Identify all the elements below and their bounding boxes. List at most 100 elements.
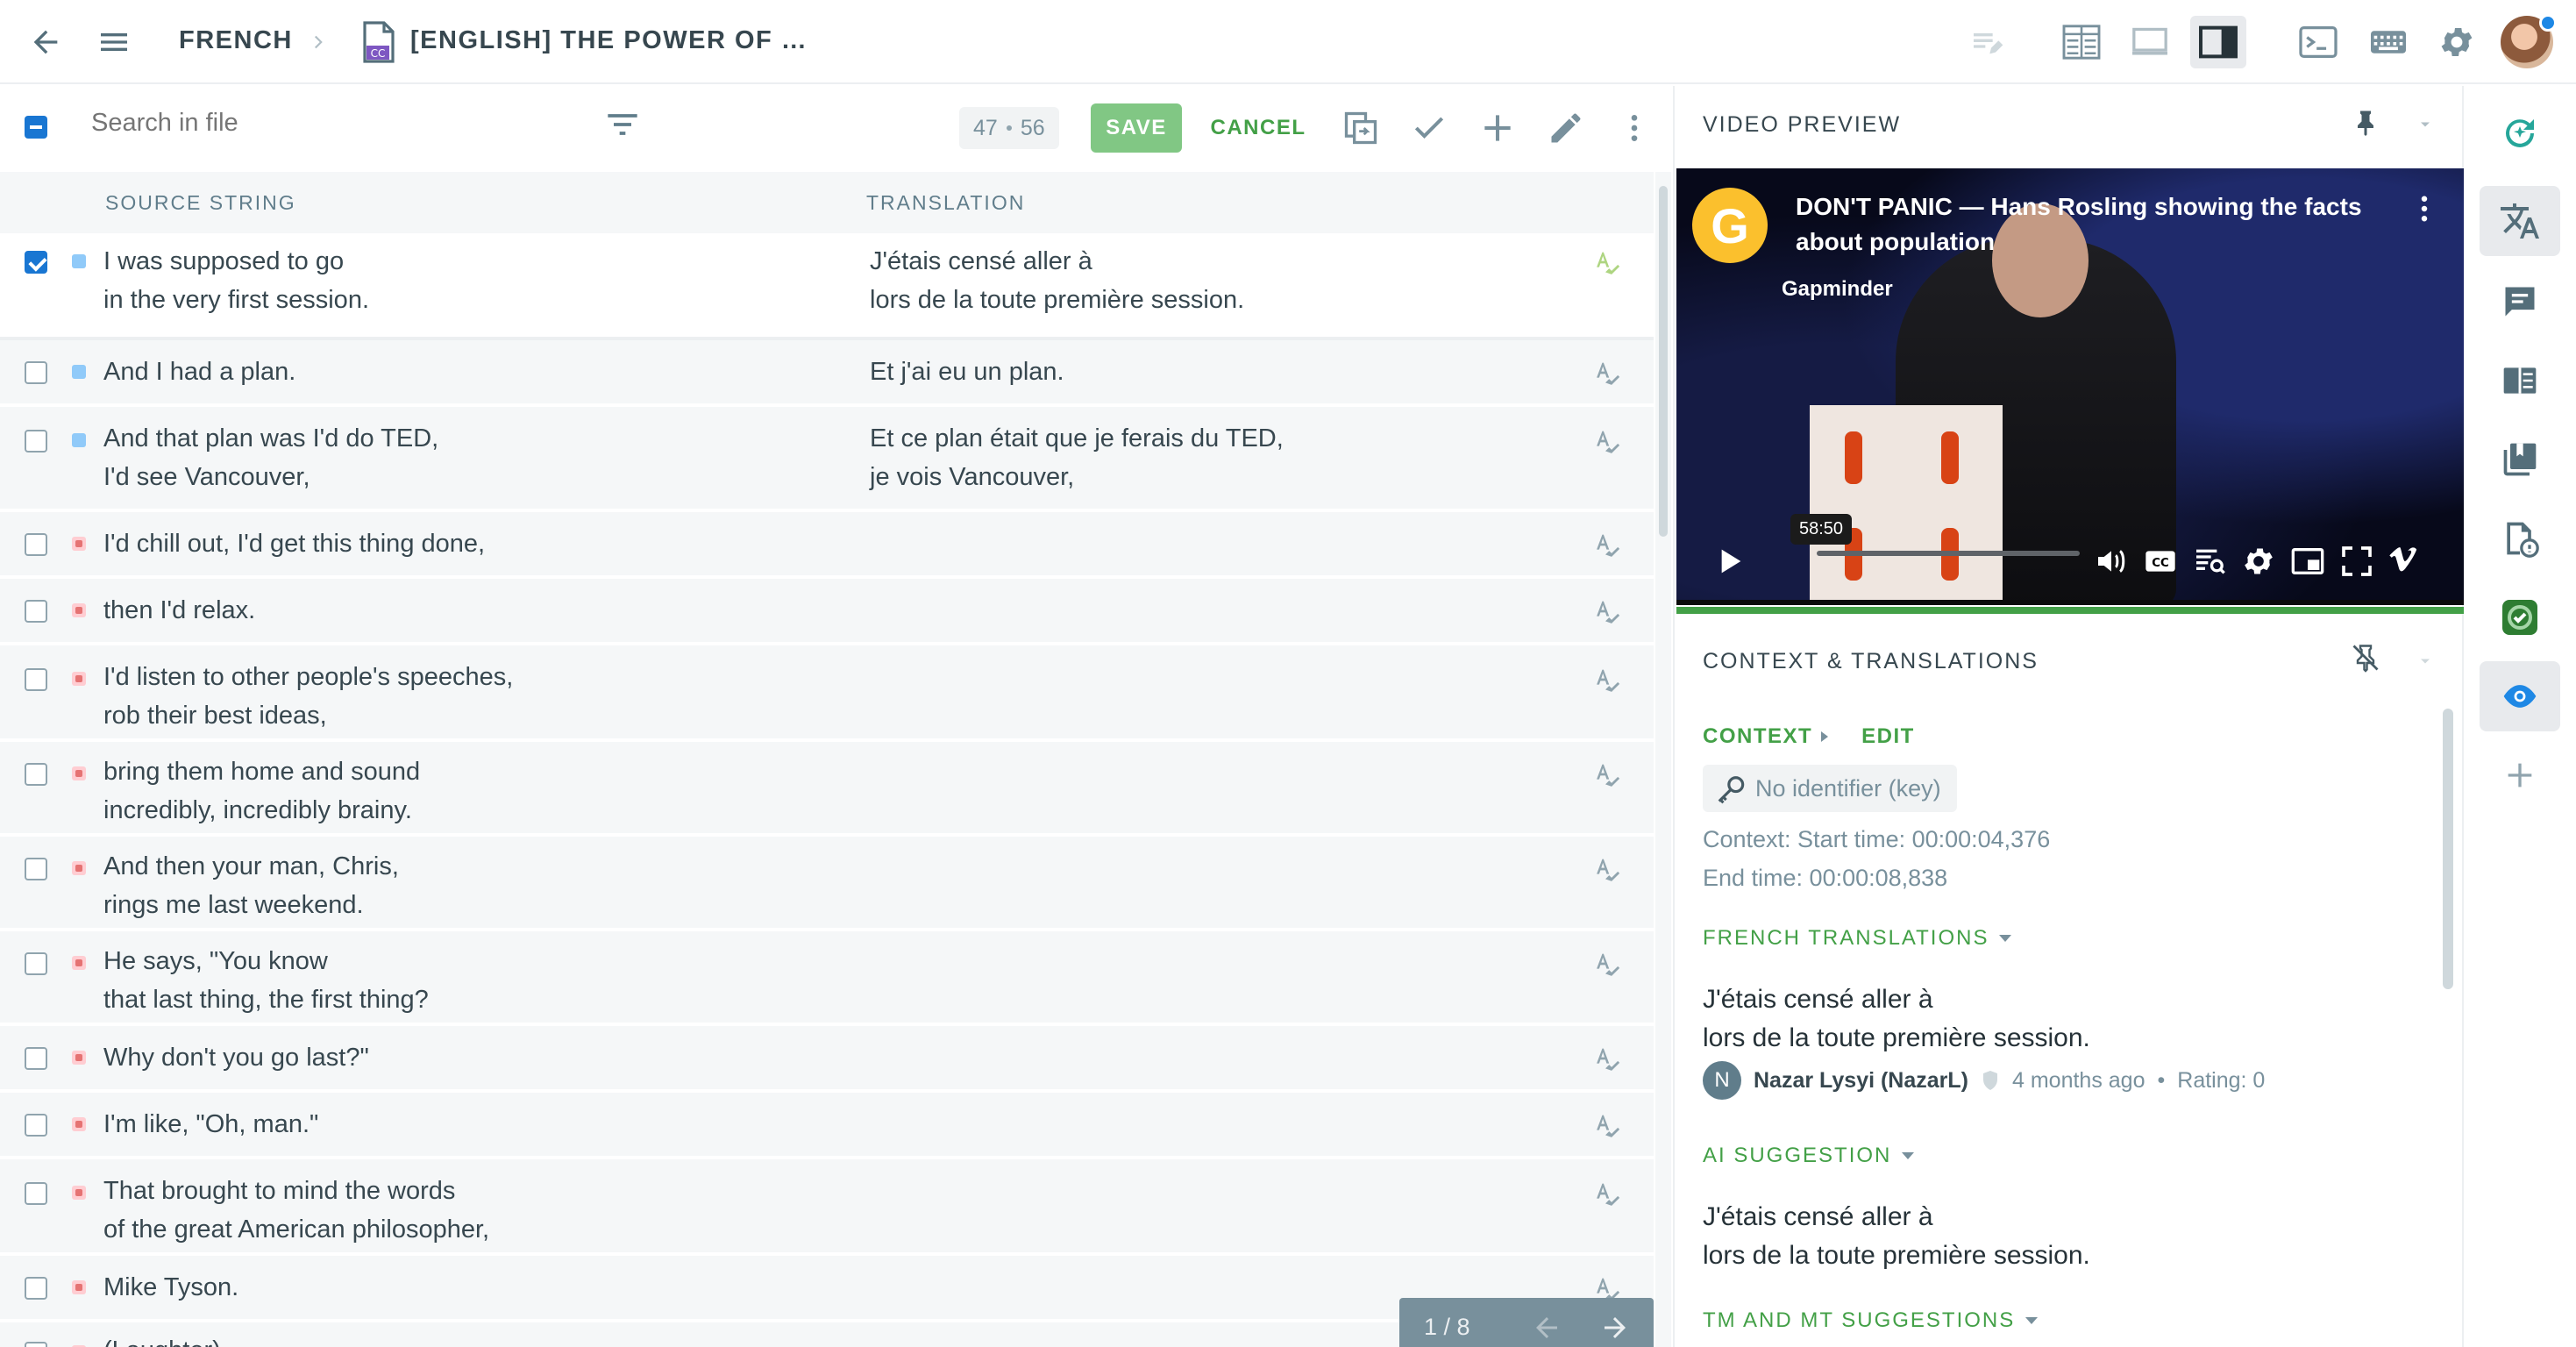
channel-logo[interactable]: G	[1692, 188, 1768, 263]
table-row[interactable]: That brought to mind the words of the gr…	[0, 1159, 1654, 1256]
transcript-icon[interactable]	[2192, 544, 2227, 579]
spellcheck-icon[interactable]	[1590, 530, 1624, 563]
preview-eye-icon[interactable]	[2480, 661, 2560, 731]
closed-captions-icon[interactable]: CC	[2143, 544, 2178, 579]
spellcheck-icon[interactable]	[1590, 247, 1624, 281]
save-button[interactable]: SAVE	[1091, 103, 1182, 153]
ai-assistant-icon[interactable]	[2480, 98, 2560, 168]
ai-suggestion-text[interactable]: J'étais censé aller à lors de la toute p…	[1703, 1198, 2090, 1275]
french-translations-header[interactable]: FRENCH TRANSLATIONS	[1703, 926, 2012, 951]
row-checkbox[interactable]	[25, 1114, 47, 1137]
row-checkbox[interactable]	[25, 1342, 47, 1347]
collapse-caret-icon[interactable]	[2416, 116, 2437, 137]
table-row[interactable]: He says, "You know that last thing, the …	[0, 931, 1654, 1026]
context-scrollbar[interactable]	[2443, 709, 2453, 989]
hamburger-menu-icon[interactable]	[93, 23, 135, 61]
spellcheck-icon[interactable]	[1590, 358, 1624, 391]
table-row[interactable]: I'd listen to other people's speeches, r…	[0, 645, 1654, 742]
row-checkbox[interactable]	[25, 430, 47, 453]
copy-source-icon[interactable]	[1336, 103, 1385, 153]
table-row[interactable]: I'd chill out, I'd get this thing done,	[0, 512, 1654, 579]
vimeo-logo-icon[interactable]	[2387, 544, 2422, 579]
spellcheck-icon[interactable]	[1590, 1179, 1624, 1212]
app-integration-icon[interactable]	[2480, 582, 2560, 652]
row-checkbox[interactable]	[25, 600, 47, 623]
add-plus-icon[interactable]	[1473, 103, 1522, 153]
approve-check-icon[interactable]	[1405, 103, 1454, 153]
spellcheck-icon[interactable]	[1590, 854, 1624, 887]
row-checkbox[interactable]	[25, 668, 47, 691]
scrollbar-thumb[interactable]	[1659, 186, 1668, 537]
volume-icon[interactable]	[2094, 544, 2129, 579]
row-checkbox[interactable]	[25, 361, 47, 384]
comments-icon[interactable]	[2480, 267, 2560, 337]
side-by-side-view-icon[interactable]	[2053, 16, 2110, 68]
video-title[interactable]: DON'T PANIC — Hans Rosling showing the f…	[1796, 189, 2374, 260]
user-avatar[interactable]	[2501, 14, 2557, 68]
table-row[interactable]: I'm like, "Oh, man."	[0, 1093, 1654, 1159]
table-row[interactable]: I was supposed to go in the very first s…	[0, 233, 1654, 340]
tm-mt-suggestions-header[interactable]: TM AND MT SUGGESTIONS	[1703, 1308, 2039, 1333]
row-checkbox[interactable]	[25, 858, 47, 880]
author-name[interactable]: Nazar Lysyi (NazarL)	[1754, 1068, 1968, 1094]
back-arrow-icon[interactable]	[25, 23, 67, 61]
select-all-checkbox[interactable]	[25, 116, 47, 139]
channel-name[interactable]: Gapminder	[1782, 277, 1893, 302]
spellcheck-icon[interactable]	[1590, 949, 1624, 982]
breadcrumb-language[interactable]: FRENCH	[179, 26, 293, 55]
row-checkbox[interactable]	[25, 251, 47, 274]
ai-suggestion-header[interactable]: AI SUGGESTION	[1703, 1144, 1915, 1168]
translation-memory-icon[interactable]	[2480, 424, 2560, 495]
spellcheck-icon[interactable]	[1590, 596, 1624, 630]
row-checkbox[interactable]	[25, 952, 47, 975]
spellcheck-icon[interactable]	[1590, 1110, 1624, 1144]
edit-pencil-icon[interactable]	[1541, 103, 1590, 153]
comfortable-view-icon[interactable]	[2122, 16, 2178, 68]
edit-context-link[interactable]: EDIT	[1861, 724, 1915, 749]
notes-off-icon[interactable]	[1959, 16, 2015, 68]
breadcrumb-file-name[interactable]: [ENGLISH] THE POWER OF …	[410, 26, 808, 55]
unpin-icon[interactable]	[2350, 642, 2385, 677]
file-info-icon[interactable]	[2480, 503, 2560, 574]
table-row[interactable]: bring them home and sound incredibly, in…	[0, 742, 1654, 837]
picture-in-picture-icon[interactable]	[2290, 544, 2325, 579]
filter-icon[interactable]	[601, 107, 644, 142]
multilingual-view-icon[interactable]	[2190, 16, 2246, 68]
pin-icon[interactable]	[2350, 107, 2385, 142]
table-row[interactable]: And then your man, Chris, rings me last …	[0, 837, 1654, 931]
fullscreen-icon[interactable]	[2339, 544, 2374, 579]
table-row[interactable]: And that plan was I'd do TED, I'd see Va…	[0, 407, 1654, 512]
more-options-icon[interactable]	[1610, 103, 1659, 153]
video-more-icon[interactable]	[2411, 191, 2437, 226]
settings-gear-icon[interactable]	[2429, 16, 2485, 68]
existing-translation-text[interactable]: J'étais censé aller à lors de la toute p…	[1703, 980, 2090, 1058]
table-row[interactable]: then I'd relax.	[0, 579, 1654, 645]
spellcheck-icon[interactable]	[1590, 426, 1624, 460]
row-checkbox[interactable]	[25, 1182, 47, 1205]
prev-page-arrow-icon[interactable]	[1526, 1308, 1568, 1347]
play-icon[interactable]	[1711, 544, 1747, 579]
collapse-caret-icon[interactable]	[2416, 652, 2437, 674]
glossary-book-icon[interactable]	[2480, 346, 2560, 416]
row-checkbox[interactable]	[25, 1277, 47, 1300]
translate-icon[interactable]	[2480, 186, 2560, 256]
table-row[interactable]: And I had a plan. Et j'ai eu un plan.	[0, 340, 1654, 407]
row-checkbox[interactable]	[25, 763, 47, 786]
spellcheck-icon[interactable]	[1590, 759, 1624, 793]
spellcheck-icon[interactable]	[1590, 665, 1624, 698]
video-seek-bar[interactable]	[1817, 551, 2080, 556]
next-page-arrow-icon[interactable]	[1594, 1308, 1636, 1347]
cancel-button[interactable]: CANCEL	[1201, 103, 1315, 153]
context-expand-icon[interactable]	[1821, 731, 1829, 742]
table-row[interactable]: Why don't you go last?"	[0, 1026, 1654, 1093]
spellcheck-icon[interactable]	[1590, 1044, 1624, 1077]
context-link[interactable]: CONTEXT	[1703, 724, 1812, 749]
add-panel-plus-icon[interactable]	[2480, 740, 2560, 810]
video-settings-icon[interactable]	[2241, 544, 2276, 579]
editor-scrollbar[interactable]	[1655, 172, 1671, 1347]
search-input[interactable]	[91, 109, 582, 138]
row-checkbox[interactable]	[25, 533, 47, 556]
keyboard-icon[interactable]	[2360, 16, 2416, 68]
video-player[interactable]: G DON'T PANIC — Hans Rosling showing the…	[1676, 168, 2464, 605]
author-avatar[interactable]: N	[1703, 1061, 1741, 1100]
